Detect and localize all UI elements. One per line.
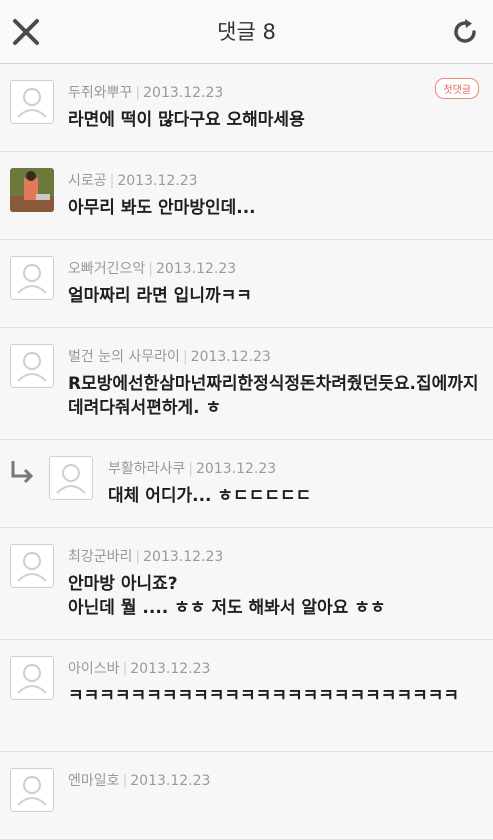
default-avatar-icon (56, 464, 86, 494)
avatar[interactable] (10, 168, 54, 212)
page-title: 댓글 8 (217, 20, 276, 44)
avatar[interactable] (49, 456, 93, 500)
comment-item[interactable]: 시로공 | 2013.12.23 아무리 봐도 안마방인데... (0, 152, 493, 240)
user-photo-avatar (10, 168, 54, 212)
comment-meta: 엔마일호 | 2013.12.23 (68, 773, 211, 789)
comment-meta: 벌건 눈의 사무라이 | 2013.12.23 (68, 349, 271, 365)
comment-date: 2013.12.23 (130, 661, 211, 677)
comment-text: 대체 어디가... ㅎㄷㄷㄷㄷㄷ (108, 486, 312, 506)
comment-meta: 최강군바리 | 2013.12.23 (68, 549, 224, 565)
reply-arrow-icon (11, 461, 34, 484)
comment-meta: 부활하라사쿠 | 2013.12.23 (108, 461, 277, 477)
comment-date: 2013.12.23 (190, 349, 271, 365)
reply-comment-item[interactable]: 부활하라사쿠 | 2013.12.23 대체 어디가... ㅎㄷㄷㄷㄷㄷ (0, 440, 493, 528)
comment-author[interactable]: 아이스바 (68, 661, 120, 677)
comment-date: 2013.12.23 (117, 173, 198, 189)
comment-author[interactable]: 오빠거긴으악 (68, 261, 145, 277)
default-avatar-icon (17, 776, 47, 806)
comment-item[interactable]: 최강군바리 | 2013.12.23 안마방 아니죠? 아닌데 뭘 .... ㅎㅎ … (0, 528, 493, 640)
comment-text: 라면에 떡이 많다구요 오해마세용 (68, 110, 305, 130)
comment-item[interactable]: 엔마일호 | 2013.12.23 (0, 752, 493, 840)
avatar[interactable] (10, 256, 54, 300)
comment-author[interactable]: 엔마일호 (68, 773, 120, 789)
avatar[interactable] (10, 768, 54, 812)
comment-author[interactable]: 시로공 (68, 173, 107, 189)
comment-author[interactable]: 두쥐와뿌꾸 (68, 85, 132, 101)
header-bar: 댓글 8 (0, 0, 493, 64)
comment-date: 2013.12.23 (156, 261, 237, 277)
comment-item[interactable]: 벌건 눈의 사무라이 | 2013.12.23 R모방에선한삼마넌짜리한정식정돈차려… (0, 328, 493, 440)
comment-text: 안마방 아니죠? 아닌데 뭘 .... ㅎㅎ 저도 해봐서 알아요 ㅎㅎ (68, 574, 386, 618)
comment-author[interactable]: 부활하라사쿠 (108, 461, 185, 477)
comment-author[interactable]: 최강군바리 (68, 549, 132, 565)
comment-meta: 아이스바 | 2013.12.23 (68, 661, 211, 677)
default-avatar-icon (17, 88, 47, 118)
comment-text: 얼마짜리 라면 입니까ㅋㅋ (68, 286, 252, 306)
avatar[interactable] (10, 80, 54, 124)
comment-meta: 오빠거긴으악 | 2013.12.23 (68, 261, 237, 277)
default-avatar-icon (17, 264, 47, 294)
default-avatar-icon (17, 552, 47, 582)
avatar[interactable] (10, 544, 54, 588)
refresh-icon (454, 19, 476, 43)
refresh-button[interactable] (445, 12, 485, 52)
comment-item[interactable]: 두쥐와뿌꾸 | 2013.12.23 첫댓글 라면에 떡이 많다구요 오해마세용 (0, 64, 493, 152)
default-avatar-icon (17, 352, 47, 382)
comment-date: 2013.12.23 (130, 773, 211, 789)
comment-date: 2013.12.23 (143, 549, 224, 565)
comment-date: 2013.12.23 (196, 461, 277, 477)
avatar[interactable] (10, 344, 54, 388)
comment-item[interactable]: 아이스바 | 2013.12.23 ㅋㅋㅋㅋㅋㅋㅋㅋㅋㅋㅋㅋㅋㅋㅋㅋㅋㅋㅋㅋㅋㅋㅋㅋ… (0, 640, 493, 752)
comment-date: 2013.12.23 (143, 85, 224, 101)
first-comment-badge: 첫댓글 (435, 78, 479, 99)
default-avatar-icon (17, 664, 47, 694)
comment-list: 두쥐와뿌꾸 | 2013.12.23 첫댓글 라면에 떡이 많다구요 오해마세용 시… (0, 64, 493, 840)
comment-text: 아무리 봐도 안마방인데... (68, 198, 256, 218)
comment-item[interactable]: 오빠거긴으악 | 2013.12.23 얼마짜리 라면 입니까ㅋㅋ (0, 240, 493, 328)
comment-meta: 시로공 | 2013.12.23 (68, 173, 198, 189)
comment-text: R모방에선한삼마넌짜리한정식정돈차려줬던듯요.집에까지 데려다줘서편하게. ㅎ (68, 374, 479, 418)
comment-text: ㅋㅋㅋㅋㅋㅋㅋㅋㅋㅋㅋㅋㅋㅋㅋㅋㅋㅋㅋㅋㅋㅋㅋㅋㅋ (68, 686, 459, 706)
comment-meta: 두쥐와뿌꾸 | 2013.12.23 (68, 85, 224, 101)
avatar[interactable] (10, 656, 54, 700)
comment-author[interactable]: 벌건 눈의 사무라이 (68, 349, 180, 365)
